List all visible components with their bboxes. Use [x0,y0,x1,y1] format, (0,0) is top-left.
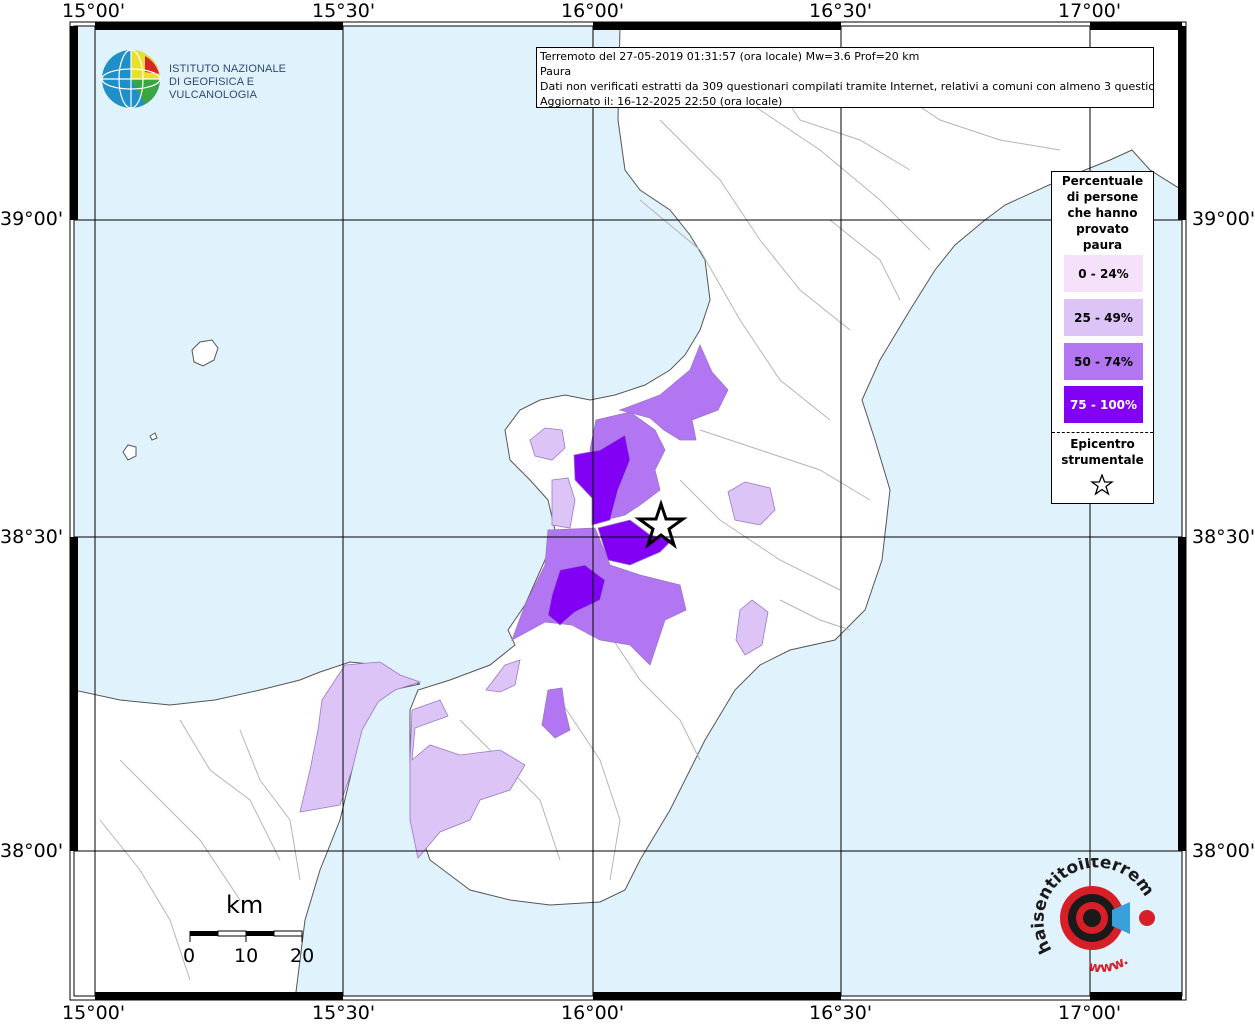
event-title: Terremoto del 27-05-2019 01:31:57 (ora l… [540,50,920,63]
lon-label-top: 15°00' [62,0,126,22]
lat-label-left: 38°00' [0,840,64,862]
lat-label-right: 39°00' [1192,208,1255,230]
legend-class-25-49: 25 - 49% [1064,299,1143,336]
lat-label-right: 38°00' [1192,840,1255,862]
legend-title: Percentuale di persone che hanno provato… [1061,174,1144,252]
update-time: Aggiornato il: 16-12-2025 22:50 (ora loc… [540,95,783,108]
lat-label-right: 38°30' [1192,526,1255,548]
legend-class-75-100: 75 - 100% [1064,386,1143,423]
epicenter-star-icon [1090,474,1114,496]
scale-tick-label: 0 [183,945,196,967]
epicenter-legend-label: Epicentro strumentale [1061,437,1144,467]
scale-unit: km [226,891,264,919]
lon-label-bottom: 15°30' [312,1002,376,1024]
scale-tick-label: 20 [290,945,315,967]
ingv-globe-icon [101,49,161,109]
lon-label-top: 16°30' [809,0,873,22]
lat-label-left: 39°00' [0,208,64,230]
lat-label-left: 38°30' [0,526,64,548]
svg-text:www.: www. [1087,953,1131,977]
ingv-logo: ISTITUTO NAZIONALE DI GEOFISICA E VULCAN… [101,48,331,110]
map-parameter: Paura [540,65,572,78]
legend-class-0-24: 0 - 24% [1064,255,1143,292]
haisentito-logo-icon: haisentitoilterremoto.it www. [1024,843,1158,977]
lon-label-bottom: 17°00' [1058,1002,1122,1024]
ingv-name: ISTITUTO NAZIONALE DI GEOFISICA E VULCAN… [169,63,287,101]
earthquake-info-box: Terremoto del 27-05-2019 01:31:57 (ora l… [536,47,1154,108]
lon-label-bottom: 15°00' [62,1002,126,1024]
data-note: Dati non verificati estratti da 309 ques… [540,80,1154,93]
legend: Percentuale di persone che hanno provato… [1051,171,1154,504]
haisentito-logo: haisentitoilterremoto.it www. [1024,843,1170,988]
lon-label-top: 15°30' [312,0,376,22]
legend-divider [1052,432,1153,433]
lon-label-bottom: 16°30' [809,1002,873,1024]
lon-label-top: 16°00' [561,0,625,22]
lon-label-top: 17°00' [1058,0,1122,22]
scale-tick-label: 10 [234,945,259,967]
brand-www: www. [1087,953,1131,977]
legend-class-50-74: 50 - 74% [1064,343,1143,380]
lon-label-bottom: 16°00' [561,1002,625,1024]
